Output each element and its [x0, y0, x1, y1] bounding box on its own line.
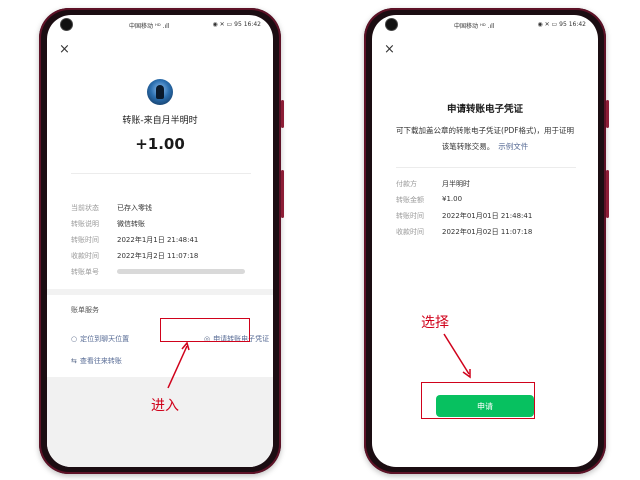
- view-transfers-link[interactable]: ⇆ 查看往来转账: [71, 356, 122, 366]
- front-camera-icon: [386, 19, 397, 30]
- annotation-enter: 进入: [151, 398, 179, 414]
- payee-title: 转账-来自月半明时: [122, 116, 198, 126]
- voucher-description: 可下载加盖公章的转账电子凭证(PDF格式)，用于证明该笔转账交易。 示例文件: [396, 126, 574, 151]
- services-title: 账单服务: [71, 306, 99, 314]
- circle-icon: ○: [71, 335, 78, 343]
- divider: [396, 167, 576, 168]
- apply-voucher-link[interactable]: ◎ 申请转账电子凭证: [204, 334, 269, 344]
- voucher-apply-screen: 中国移动 ᴴᴰ .ıll ◉ ✕ ▭ 95 16:42 × 申请转账电子凭证 可…: [372, 15, 598, 467]
- locate-chat-link[interactable]: ○ 定位到聊天位置: [71, 334, 129, 344]
- transfer-amount: +1.00: [135, 135, 185, 153]
- status-carrier: 中国移动 ᴴᴰ .ıll: [129, 23, 170, 30]
- status-right-group: ◉ ✕ ▭ 95 16:42: [212, 21, 261, 28]
- right-phone-frame: 中国移动 ᴴᴰ .ıll ◉ ✕ ▭ 95 16:42 × 申请转账电子凭证 可…: [364, 8, 609, 474]
- annotation-select: 选择: [421, 315, 449, 331]
- front-camera-icon: [61, 19, 72, 30]
- status-right-group: ◉ ✕ ▭ 95 16:42: [537, 21, 586, 28]
- apply-button[interactable]: 申请: [436, 395, 534, 417]
- redacted-transfer-number: [117, 269, 245, 274]
- page-title: 申请转账电子凭证: [446, 104, 523, 115]
- close-icon[interactable]: ×: [59, 43, 70, 56]
- close-icon[interactable]: ×: [384, 43, 395, 56]
- example-file-link[interactable]: 示例文件: [498, 142, 528, 151]
- empty-area: [47, 377, 273, 467]
- divider: [71, 173, 251, 174]
- transfer-icon: ⇆: [71, 357, 77, 365]
- target-icon: ◎: [204, 335, 211, 343]
- status-bar: 中国移动 ᴴᴰ .ıll ◉ ✕ ▭ 95 16:42: [372, 15, 598, 35]
- status-carrier: 中国移动 ᴴᴰ .ıll: [454, 23, 495, 30]
- section-separator: [47, 289, 273, 295]
- payer-avatar: [147, 79, 173, 105]
- status-bar: 中国移动 ᴴᴰ .ıll ◉ ✕ ▭ 95 16:42: [47, 15, 273, 35]
